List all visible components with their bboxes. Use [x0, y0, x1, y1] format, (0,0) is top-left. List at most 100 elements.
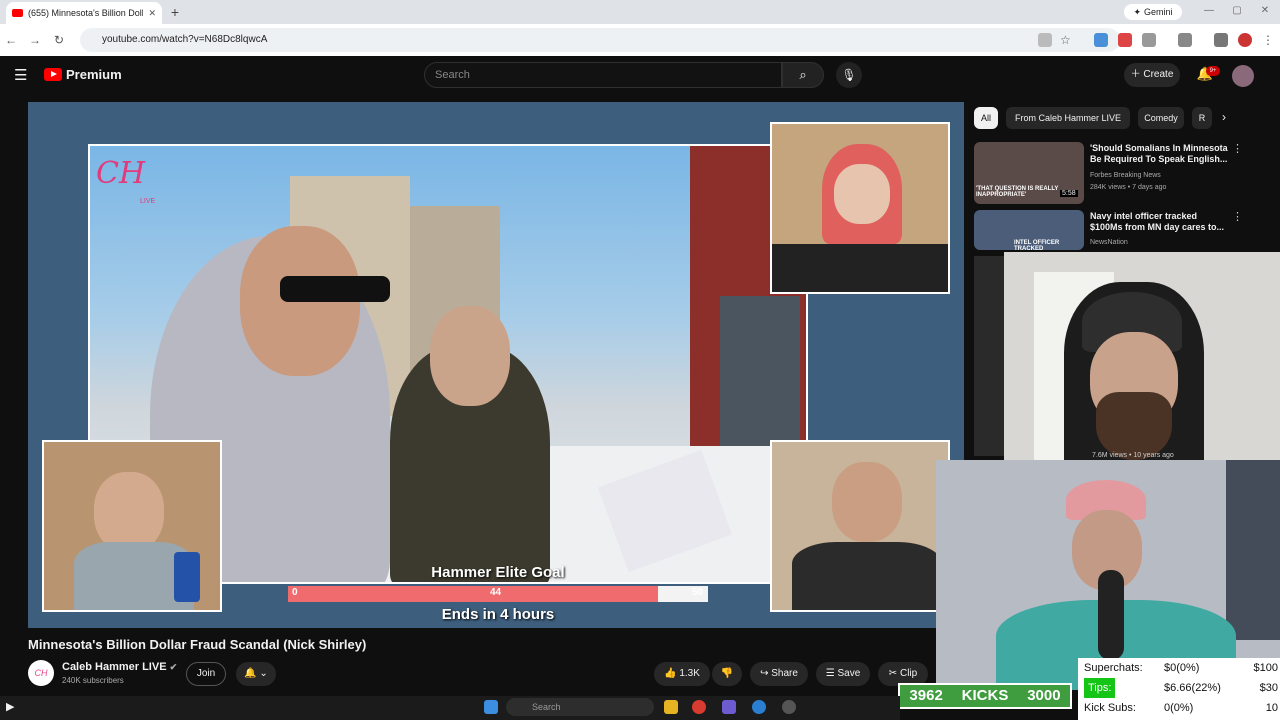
forward-icon[interactable]: →: [28, 32, 42, 48]
sidebar-video-thumbnail[interactable]: 'THAT QUESTION IS REALLY INAPPROPRIATE' …: [974, 142, 1084, 204]
more-options-icon[interactable]: ⋮: [1232, 142, 1243, 155]
search-button[interactable]: ⌕: [782, 62, 824, 88]
channel-avatar[interactable]: CH: [28, 660, 54, 686]
pip-camera-host-female: [770, 122, 950, 294]
file-explorer-icon[interactable]: [664, 700, 678, 714]
save-button[interactable]: ☰ Save: [816, 662, 870, 686]
voice-search-button[interactable]: 🎙: [836, 62, 862, 88]
sidebar-video-channel: NewsNation: [1090, 239, 1128, 246]
youtube-premium-logo[interactable]: Premium: [44, 67, 122, 82]
channel-name[interactable]: Caleb Hammer LIVE ✔: [62, 661, 177, 673]
video-duration: 5:58: [1060, 190, 1078, 197]
clip-label: Clip: [899, 668, 918, 679]
extensions-puzzle-icon[interactable]: [1142, 33, 1156, 47]
taskbar-search[interactable]: Search: [506, 698, 654, 716]
sidebar-video-channel: Forbes Breaking News: [1090, 172, 1161, 179]
gemini-label: Gemini: [1144, 7, 1173, 17]
sidebar-video-title[interactable]: 'Should Somalians In Minnesota Be Requir…: [1090, 143, 1230, 165]
beard: [1096, 392, 1172, 460]
like-button[interactable]: 👍 1.3K: [654, 662, 710, 686]
browser-tab[interactable]: (655) Minnesota's Billion Dollar Fra... …: [6, 2, 162, 24]
chip-from-channel[interactable]: From Caleb Hammer LIVE: [1006, 107, 1130, 129]
save-label: Save: [837, 668, 861, 679]
chip-all[interactable]: All: [974, 107, 998, 129]
maximize-button[interactable]: ▢: [1230, 4, 1244, 18]
sidebar-video-title[interactable]: Navy intel officer tracked $100Ms from M…: [1090, 211, 1230, 233]
join-button[interactable]: Join: [186, 662, 226, 686]
stat-value: $0(0%): [1164, 662, 1200, 674]
create-button[interactable]: ＋ Create: [1124, 63, 1180, 87]
kicks-label: KICKS: [961, 687, 1009, 704]
chip-comedy[interactable]: Comedy: [1138, 107, 1184, 129]
tab-title: (655) Minnesota's Billion Dollar Fra...: [28, 8, 143, 18]
user-avatar[interactable]: [1232, 65, 1254, 87]
search-input[interactable]: Search: [424, 62, 782, 88]
close-window-button[interactable]: ✕: [1258, 4, 1272, 18]
thumbnail-caption: INTEL OFFICER TRACKED: [1014, 240, 1060, 250]
share-label: Share: [771, 668, 798, 679]
overlay-logo-sub: LIVE: [140, 198, 156, 205]
browser-tab-bar: [0, 0, 1280, 24]
video-title: Minnesota's Billion Dollar Fraud Scandal…: [28, 637, 367, 652]
subscription-bell-button[interactable]: 🔔 ⌄: [236, 662, 276, 686]
share-button[interactable]: ↪ Share: [750, 662, 808, 686]
older-man-face: [430, 306, 510, 406]
install-icon[interactable]: [1038, 33, 1052, 47]
stream-stats-panel: Superchats: $0(0%) $100 Tips: $6.66(22%)…: [1078, 658, 1280, 720]
back-icon[interactable]: ←: [4, 32, 18, 48]
channel-name-text: Caleb Hammer LIVE: [62, 661, 167, 673]
channel-overlay-logo: CH: [96, 156, 146, 191]
microphone: [1098, 570, 1124, 660]
chevron-right-icon[interactable]: ›: [1222, 110, 1226, 124]
dislike-button[interactable]: 👎: [712, 662, 742, 686]
youtube-favicon-icon: [12, 9, 23, 17]
profile-avatar[interactable]: [1238, 33, 1252, 47]
sidebar-obscured-list: [974, 256, 1004, 456]
gemini-button[interactable]: ✦ Gemini: [1124, 4, 1182, 20]
url-bar[interactable]: youtube.com/watch?v=N68Dc8lqwcA: [80, 28, 1120, 52]
kicks-count: 3962: [909, 687, 943, 704]
chrome-icon[interactable]: [692, 700, 706, 714]
goal-ends-text: Ends in 4 hours: [441, 606, 555, 623]
edge-icon[interactable]: [752, 700, 766, 714]
face: [94, 472, 164, 552]
gemini-icon: ✦: [1133, 6, 1142, 17]
sunglasses: [280, 276, 390, 302]
chip-partial[interactable]: R: [1192, 107, 1212, 129]
plus-icon: ＋: [1130, 69, 1144, 80]
media-icon[interactable]: [1214, 33, 1228, 47]
more-options-icon[interactable]: ⋮: [1232, 210, 1243, 223]
app-icon[interactable]: [722, 700, 736, 714]
verified-icon: ✔: [169, 662, 178, 672]
stat-value: 0(0%): [1164, 702, 1194, 714]
extension-icon[interactable]: [1094, 33, 1108, 47]
storefront-window: [720, 296, 800, 456]
sidebar-video-thumbnail[interactable]: INTEL OFFICER TRACKED: [974, 210, 1084, 250]
minimize-button[interactable]: —: [1202, 4, 1216, 18]
face: [834, 164, 890, 224]
goal-title: Hammer Elite Goal: [431, 564, 565, 581]
stat-goal: $30: [1259, 682, 1278, 694]
stats-row-tips: Tips: $6.66(22%) $30: [1082, 678, 1278, 698]
tab-close-icon[interactable]: ✕: [148, 8, 156, 19]
search-icon: ⌕: [799, 67, 807, 82]
stat-goal: $100: [1253, 662, 1278, 674]
subscriber-count: 240K subscribers: [62, 676, 124, 685]
save-icon: ☰: [825, 668, 835, 679]
hamburger-menu-icon[interactable]: ☰: [14, 66, 27, 84]
new-tab-button[interactable]: +: [168, 4, 182, 20]
streamer-webcam-bottom: [936, 460, 1280, 690]
reload-icon[interactable]: ↻: [52, 32, 66, 48]
kicks-goal: 3000: [1027, 687, 1061, 704]
windows-start-icon[interactable]: [484, 700, 498, 714]
obs-icon[interactable]: [782, 700, 796, 714]
play-icon[interactable]: ▶: [6, 700, 14, 713]
sidepanel-icon[interactable]: [1178, 33, 1192, 47]
stat-label: Superchats:: [1084, 662, 1143, 674]
extension-icon[interactable]: [1118, 33, 1132, 47]
bookmark-star-icon[interactable]: ☆: [1060, 33, 1074, 47]
microphone-icon: 🎙: [841, 68, 857, 82]
menu-kebab-icon[interactable]: ⋮: [1262, 33, 1276, 47]
kicks-counter: 3962 KICKS 3000: [898, 683, 1072, 709]
pip-camera-host-caleb: [42, 440, 222, 612]
